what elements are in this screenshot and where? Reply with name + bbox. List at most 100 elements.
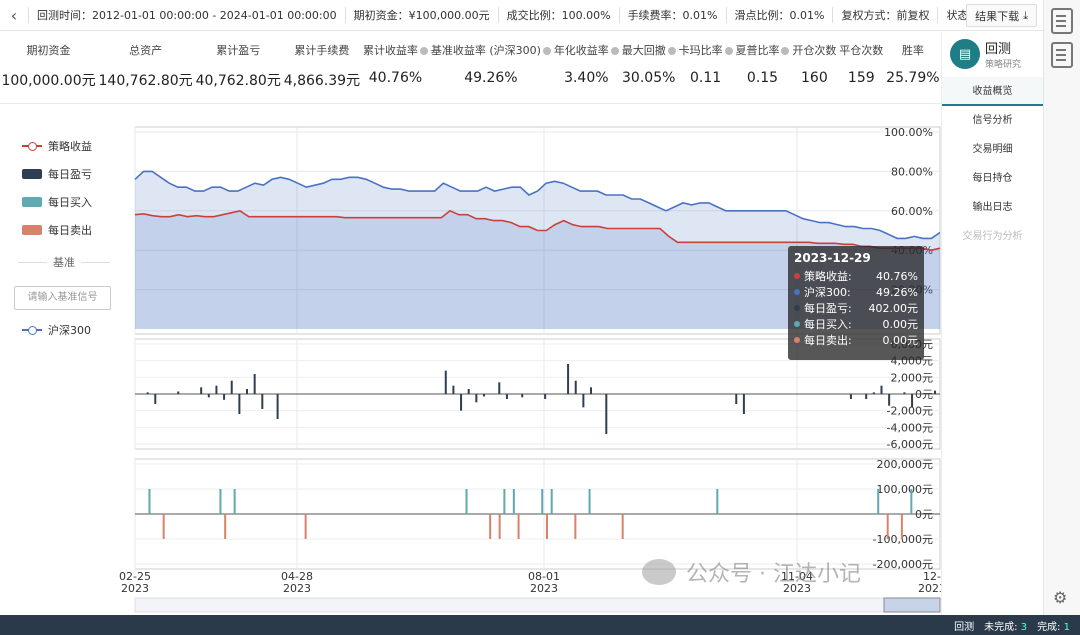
tooltip-key-text: 每日盈亏:: [804, 302, 852, 315]
help-icon[interactable]: [781, 47, 790, 55]
menu-item-5: 交易行为分析: [962, 231, 1023, 242]
zoom-slider-track[interactable]: [134, 597, 941, 613]
back-button[interactable]: ‹: [0, 0, 28, 31]
tooltip-row: 每日盈亏: 402.00元: [794, 300, 918, 316]
info-adjust: 复权方式：前复权: [832, 7, 937, 23]
stat-value: 25.79%: [886, 70, 940, 86]
pnl-bar: [735, 394, 738, 404]
status-bar: 回测 未完成: 3 完成: 1: [0, 615, 1080, 635]
brand: ▤ 回测 策略研究: [942, 31, 1043, 77]
help-icon[interactable]: [667, 47, 676, 55]
tooltip-key-text: 每日卖出:: [804, 334, 852, 347]
stat-value: 140,762.80元: [98, 73, 193, 89]
stat-label: 平仓次数: [839, 44, 884, 57]
stat-label: 基准收益率 (沪深300): [429, 44, 552, 70]
menu-item-4[interactable]: 输出日志: [942, 193, 1043, 222]
buy-bar: [550, 489, 553, 514]
buy-bar: [716, 489, 719, 514]
menu-item-0[interactable]: 收益概览: [942, 77, 1043, 106]
pending-label: 未完成:: [984, 621, 1018, 633]
download-results-button[interactable]: 结果下载 ⤓: [966, 4, 1037, 27]
watermark: 公众号 · 江达小记: [642, 556, 861, 588]
tooltip-value: 0.00元: [882, 334, 919, 347]
sell-bar: [517, 514, 520, 539]
zoom-slider-window[interactable]: [883, 597, 941, 613]
right-panel: ▤ 回测 策略研究 收益概览 信号分析 交易明细 每日持仓 输出日志交易行为分析: [941, 31, 1043, 615]
pnl-bar: [911, 394, 914, 408]
x-tick-year: 2023: [121, 582, 149, 595]
stat-value: 0.15: [746, 70, 779, 86]
pnl-bar: [444, 370, 447, 394]
stat-label: 开仓次数: [792, 44, 837, 57]
help-icon[interactable]: [610, 47, 619, 55]
stat-label: 累计盈亏: [216, 44, 261, 57]
stat-0: 期初资金 100,000.00元: [0, 31, 97, 103]
side-menu: 收益概览 信号分析 交易明细 每日持仓 输出日志交易行为分析: [942, 77, 1043, 251]
stat-4: 累计收益率 40.76%: [362, 31, 430, 103]
y-tick-label: -6,000元: [887, 438, 933, 451]
tooltip-key: 每日卖出:: [794, 332, 852, 348]
chart-tooltip: 2023-12-29 策略收益: 40.76% 沪深300: 49.26% 每日盈亏: 4…: [788, 246, 924, 360]
tool-strip: ⚙: [1043, 0, 1080, 615]
menu-item-1[interactable]: 信号分析: [942, 106, 1043, 135]
stat-11: 平仓次数 159: [838, 31, 885, 103]
tooltip-value: 402.00元: [868, 302, 919, 315]
info-fill-ratio: 成交比例：100.00%: [497, 7, 619, 23]
tooltip-key: 策略收益:: [794, 268, 852, 284]
help-icon[interactable]: [724, 47, 733, 55]
tooltip-date: 2023-12-29: [794, 251, 871, 265]
info-slippage: 滑点比例：0.01%: [725, 7, 833, 23]
pnl-bar: [207, 394, 210, 398]
pnl-bar: [567, 364, 570, 394]
dot-icon: [794, 321, 800, 327]
menu-item-3[interactable]: 每日持仓: [942, 164, 1043, 193]
stat-label: 卡玛比率: [677, 44, 734, 70]
sell-bar: [621, 514, 624, 539]
stat-value: 30.05%: [622, 70, 676, 86]
edit-doc-icon[interactable]: [1051, 8, 1073, 34]
stat-label: 年化收益率: [552, 44, 620, 70]
gear-icon[interactable]: ⚙: [1053, 588, 1067, 607]
stat-label: 夏普比率: [734, 44, 791, 70]
tooltip-value: 0.00元: [882, 318, 919, 331]
help-icon[interactable]: [419, 47, 428, 55]
pnl-bar: [482, 394, 485, 397]
report-doc-icon[interactable]: [1051, 42, 1073, 68]
buy-bar: [219, 489, 222, 514]
status-done: 完成: 1: [1037, 618, 1070, 633]
y-tick-label: 2,000元: [891, 371, 934, 384]
brand-title: 回测: [985, 42, 1012, 57]
stat-value: 49.26%: [464, 70, 518, 86]
y-tick-label: 100.00%: [884, 126, 933, 139]
pnl-bar: [505, 394, 508, 399]
download-icon: ⤓: [1023, 8, 1028, 22]
y-tick-label: 200,000元: [877, 458, 934, 471]
pnl-bar: [223, 394, 226, 400]
tooltip-key: 沪深300:: [794, 284, 851, 300]
top-bar: ‹ 回测时间：2012-01-01 00:00:00 - 2024-01-01 …: [0, 0, 1043, 31]
brand-subtitle: 策略研究: [985, 60, 1022, 70]
tooltip-key-text: 策略收益:: [804, 270, 852, 283]
pnl-bar: [215, 385, 218, 394]
pnl-bar: [200, 387, 203, 394]
pnl-bar: [177, 391, 180, 394]
help-icon[interactable]: [542, 47, 551, 55]
sell-bar: [545, 514, 548, 539]
stat-8: 卡玛比率 0.11: [677, 31, 734, 103]
stat-label: 胜率: [901, 44, 924, 57]
watermark-text: 公众号 · 江达小记: [686, 562, 861, 587]
sell-bar: [498, 514, 501, 539]
pnl-bar: [467, 389, 470, 394]
pnl-bar: [261, 394, 264, 409]
stat-value: 4,866.39元: [283, 73, 361, 89]
pnl-bar: [849, 394, 852, 399]
tooltip-key-text: 每日买入:: [804, 318, 852, 331]
y-tick-label: 60.00%: [891, 205, 933, 218]
menu-item-2[interactable]: 交易明细: [942, 135, 1043, 164]
sell-bar: [304, 514, 307, 539]
tooltip-row: 策略收益: 40.76%: [794, 268, 918, 284]
sell-bar: [162, 514, 165, 539]
wechat-icon: [642, 559, 676, 585]
pnl-bar: [498, 382, 501, 394]
tooltip-row: 每日买入: 0.00元: [794, 316, 918, 332]
